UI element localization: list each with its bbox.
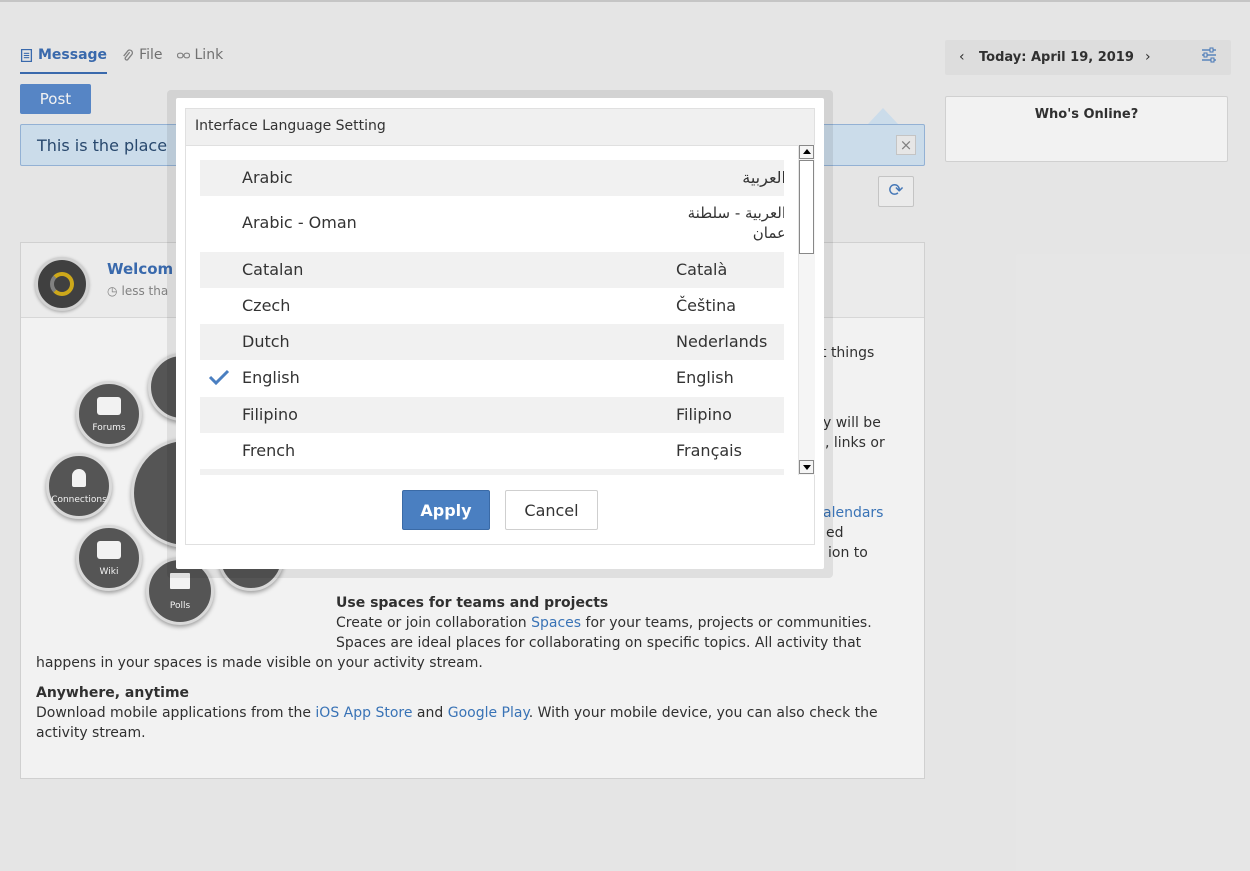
scroll-up-arrow-icon[interactable] [799,145,814,159]
language-name: Arabic [242,168,293,187]
language-name: French [242,441,296,460]
language-native-name: Français [676,441,742,460]
dialog-title-bar: Interface Language Setting [186,109,814,146]
language-native-name: Nederlands [676,332,768,351]
language-name: Filipino [242,405,298,424]
language-list[interactable]: Arabic العربية Arabic - Oman العربية - س… [200,160,784,475]
language-name: Arabic - Oman [242,213,357,232]
language-native-name: العربية - سلطنة عمان [687,204,784,242]
language-option-arabic[interactable]: Arabic العربية [200,160,784,196]
checkmark-icon [208,369,230,385]
language-native-name: Català [676,260,728,279]
language-name: Catalan [242,260,304,279]
language-option-english[interactable]: English English [200,360,784,396]
language-option-arabic-oman[interactable]: Arabic - Oman العربية - سلطنة عمان [200,196,784,252]
language-native-name: Filipino [676,405,732,424]
scroll-down-arrow-icon[interactable] [799,460,814,474]
language-native-name: English [676,368,734,387]
language-native-name: العربية [742,168,784,187]
language-name: English [242,368,300,387]
language-option-filipino[interactable]: Filipino Filipino [200,397,784,433]
cancel-button[interactable]: Cancel [505,490,598,530]
language-option-czech[interactable]: Czech Čeština [200,288,784,324]
language-option-dutch[interactable]: Dutch Nederlands [200,324,784,360]
language-dialog-panel: Interface Language Setting Arabic العربي… [185,108,815,545]
language-name: Czech [242,296,291,315]
language-option-next[interactable] [200,469,784,475]
dialog-title: Interface Language Setting [195,118,386,134]
language-option-french[interactable]: French Français [200,433,784,469]
language-name: Dutch [242,332,290,351]
apply-button[interactable]: Apply [402,490,490,530]
language-native-name: Čeština [676,296,737,315]
scrollbar-thumb[interactable] [799,160,814,254]
language-option-catalan[interactable]: Catalan Català [200,252,784,288]
